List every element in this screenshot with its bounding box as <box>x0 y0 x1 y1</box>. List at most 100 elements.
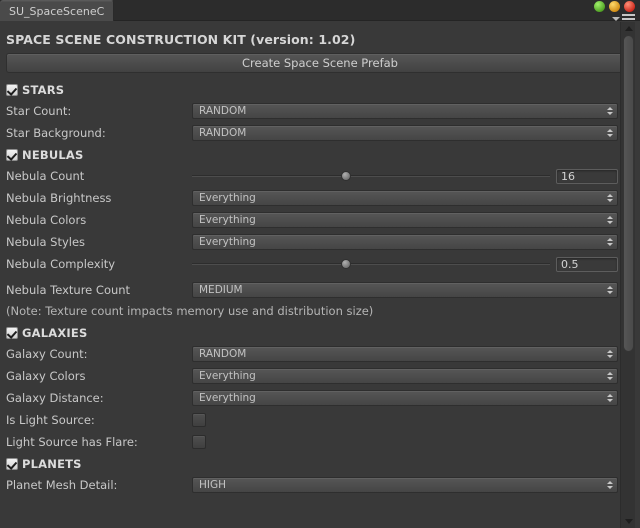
galaxy-distance-value: Everything <box>199 392 256 404</box>
nebula-complexity-input[interactable]: 0.5 <box>556 256 618 272</box>
chevron-updown-icon <box>607 481 613 489</box>
scroll-up-arrow-icon[interactable] <box>621 22 636 35</box>
star-count-value: RANDOM <box>199 105 247 117</box>
nebula-brightness-dropdown[interactable]: Everything <box>192 190 618 206</box>
maximize-button-icon[interactable] <box>609 1 620 12</box>
section-galaxies[interactable]: GALAXIES <box>0 322 640 343</box>
galaxy-colors-dropdown[interactable]: Everything <box>192 368 618 384</box>
galaxies-title: GALAXIES <box>22 325 88 340</box>
chevron-down-icon <box>612 17 620 21</box>
chevron-updown-icon <box>607 129 613 137</box>
minimize-button-icon[interactable] <box>594 1 605 12</box>
nebula-texture-count-label: Nebula Texture Count <box>6 283 131 297</box>
section-planets[interactable]: PLANETS <box>0 453 640 474</box>
galaxy-distance-label: Galaxy Distance: <box>6 391 104 405</box>
page-title: SPACE SCENE CONSTRUCTION KIT (version: 1… <box>6 32 356 47</box>
row-nebula-brightness: Nebula Brightness Everything <box>0 187 640 209</box>
nebula-count-slider[interactable] <box>192 169 550 183</box>
nebula-colors-label: Nebula Colors <box>6 213 87 227</box>
row-star-background: Star Background: RANDOM <box>0 122 640 144</box>
nebula-texture-count-value: MEDIUM <box>199 284 243 296</box>
galaxy-count-label: Galaxy Count: <box>6 347 88 361</box>
row-galaxy-colors: Galaxy Colors Everything <box>0 365 640 387</box>
nebula-styles-value: Everything <box>199 236 256 248</box>
texture-count-note: (Note: Texture count impacts memory use … <box>6 304 374 318</box>
slider-track <box>192 175 550 177</box>
row-nebula-complexity: Nebula Complexity 0.5 <box>0 253 640 275</box>
inspector-content: SPACE SCENE CONSTRUCTION KIT (version: 1… <box>0 22 640 528</box>
stars-checkbox[interactable] <box>6 83 18 96</box>
is-light-source-checkbox[interactable] <box>192 413 206 427</box>
star-background-dropdown[interactable]: RANDOM <box>192 125 618 141</box>
is-light-source-label: Is Light Source: <box>6 413 95 427</box>
tab-bar: SU_SpaceSceneC <box>0 0 640 24</box>
chevron-updown-icon <box>607 107 613 115</box>
nebula-count-value: 16 <box>561 169 575 183</box>
row-galaxy-count: Galaxy Count: RANDOM <box>0 343 640 365</box>
row-light-source-has-flare: Light Source has Flare: <box>0 431 640 453</box>
nebula-complexity-value: 0.5 <box>561 257 579 271</box>
chevron-updown-icon <box>607 372 613 380</box>
galaxy-colors-label: Galaxy Colors <box>6 369 86 383</box>
section-stars[interactable]: STARS <box>0 79 640 100</box>
nebula-count-input[interactable]: 16 <box>556 168 618 184</box>
tab-su-spacescene[interactable]: SU_SpaceSceneC <box>0 0 115 21</box>
row-galaxy-distance: Galaxy Distance: Everything <box>0 387 640 409</box>
star-background-label: Star Background: <box>6 126 106 140</box>
nebula-complexity-label: Nebula Complexity <box>6 257 116 271</box>
planet-mesh-detail-value: HIGH <box>199 479 227 491</box>
section-nebulas[interactable]: NEBULAS <box>0 144 640 165</box>
planets-checkbox[interactable] <box>6 457 18 470</box>
light-source-has-flare-checkbox[interactable] <box>192 435 206 449</box>
scrollbar-thumb[interactable] <box>623 35 634 352</box>
create-button-label: Create Space Scene Prefab <box>242 56 398 70</box>
row-planet-mesh-detail: Planet Mesh Detail: HIGH <box>0 474 640 496</box>
slider-thumb[interactable] <box>340 259 351 269</box>
nebula-styles-dropdown[interactable]: Everything <box>192 234 618 250</box>
planets-title: PLANETS <box>22 456 82 471</box>
chevron-updown-icon <box>607 194 613 202</box>
chevron-updown-icon <box>607 216 613 224</box>
galaxy-count-value: RANDOM <box>199 348 247 360</box>
close-button-icon[interactable] <box>624 1 635 12</box>
planet-mesh-detail-dropdown[interactable]: HIGH <box>192 477 618 493</box>
chevron-updown-icon <box>607 394 613 402</box>
nebula-count-label: Nebula Count <box>6 169 85 183</box>
stars-title: STARS <box>22 82 65 97</box>
unity-editor-window: SU_SpaceSceneC SPACE SCENE CONSTRUCTION … <box>0 0 640 528</box>
nebula-styles-label: Nebula Styles <box>6 235 86 249</box>
chevron-updown-icon <box>607 286 613 294</box>
slider-thumb[interactable] <box>340 171 351 181</box>
chevron-updown-icon <box>607 350 613 358</box>
slider-track <box>192 263 550 265</box>
window-controls <box>594 1 635 12</box>
galaxies-checkbox[interactable] <box>6 326 18 339</box>
row-star-count: Star Count: RANDOM <box>0 100 640 122</box>
tab-label: SU_SpaceSceneC <box>9 4 105 18</box>
chevron-updown-icon <box>607 238 613 246</box>
galaxy-distance-dropdown[interactable]: Everything <box>192 390 618 406</box>
star-background-value: RANDOM <box>199 127 247 139</box>
create-space-scene-prefab-button[interactable]: Create Space Scene Prefab <box>6 53 634 73</box>
nebula-colors-value: Everything <box>199 214 256 226</box>
nebula-brightness-value: Everything <box>199 192 256 204</box>
nebula-brightness-label: Nebula Brightness <box>6 191 112 205</box>
row-nebula-texture-count: Nebula Texture Count MEDIUM <box>0 279 640 301</box>
nebula-colors-dropdown[interactable]: Everything <box>192 212 618 228</box>
planet-mesh-detail-label: Planet Mesh Detail: <box>6 478 118 492</box>
galaxy-count-dropdown[interactable]: RANDOM <box>192 346 618 362</box>
row-nebula-styles: Nebula Styles Everything <box>0 231 640 253</box>
row-nebula-colors: Nebula Colors Everything <box>0 209 640 231</box>
vertical-scrollbar[interactable] <box>620 22 635 528</box>
nebula-complexity-slider[interactable] <box>192 257 550 271</box>
row-is-light-source: Is Light Source: <box>0 409 640 431</box>
light-source-has-flare-label: Light Source has Flare: <box>6 435 138 449</box>
galaxy-colors-value: Everything <box>199 370 256 382</box>
star-count-dropdown[interactable]: RANDOM <box>192 103 618 119</box>
nebulas-checkbox[interactable] <box>6 148 18 161</box>
nebulas-title: NEBULAS <box>22 147 84 162</box>
nebula-texture-count-dropdown[interactable]: MEDIUM <box>192 282 618 298</box>
star-count-label: Star Count: <box>6 104 72 118</box>
row-nebula-count: Nebula Count 16 <box>0 165 640 187</box>
scroll-down-arrow-icon[interactable] <box>621 515 636 528</box>
